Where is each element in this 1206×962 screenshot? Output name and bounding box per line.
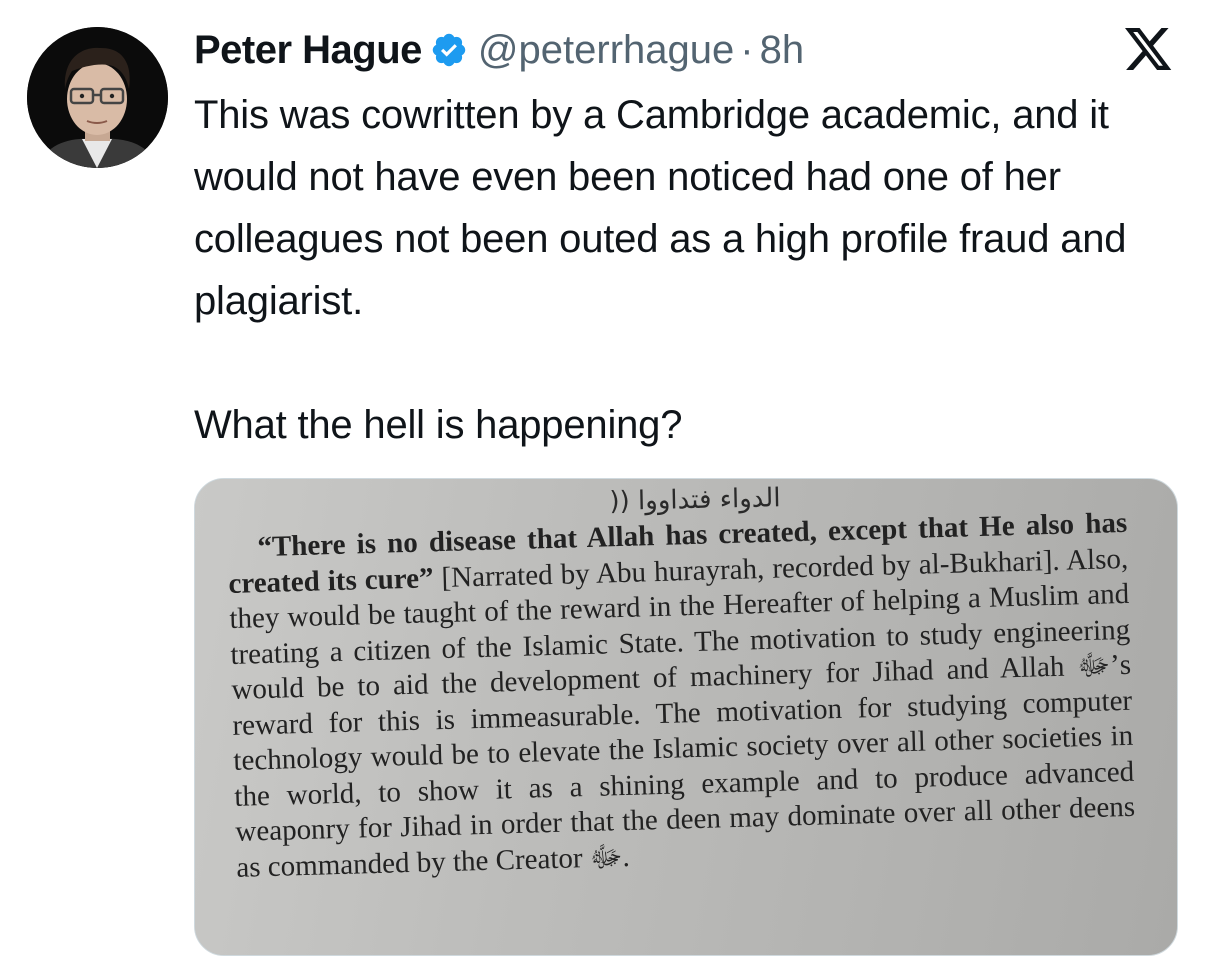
separator-dot: ·: [740, 27, 754, 72]
avatar-portrait-icon: [27, 27, 168, 168]
author-name[interactable]: Peter Hague: [194, 28, 422, 73]
tweet-paragraph: What the hell is happening?: [194, 403, 683, 447]
author-handle[interactable]: @peterrhague: [478, 28, 734, 73]
book-page-text: “There is no disease that Allah has crea…: [227, 506, 1137, 886]
arabic-text-line: الدواء فتداووا ((: [609, 483, 781, 517]
tweet-card[interactable]: Peter Hague @peterrhague · 8h This was c…: [0, 0, 1206, 962]
x-logo-icon[interactable]: [1124, 28, 1174, 72]
verified-badge-icon: [430, 31, 468, 69]
timestamp[interactable]: 8h: [760, 28, 805, 73]
tweet-text: This was cowritten by a Cambridge academ…: [194, 84, 1184, 456]
avatar[interactable]: [27, 27, 168, 168]
tweet-media-image[interactable]: الدواء فتداووا (( “There is no disease t…: [194, 478, 1178, 956]
tweet-paragraph: This was cowritten by a Cambridge academ…: [194, 93, 1127, 323]
tweet-header: Peter Hague @peterrhague · 8h: [194, 22, 804, 78]
